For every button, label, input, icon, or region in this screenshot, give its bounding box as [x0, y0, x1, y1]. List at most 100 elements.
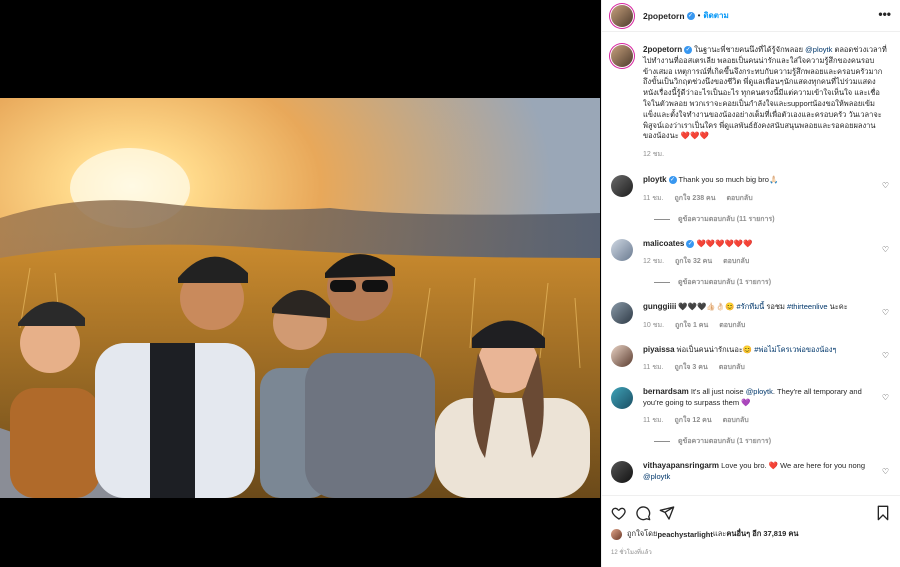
caption-username[interactable]: 2popetorn — [643, 45, 682, 54]
view-replies-label: ดูข้อความตอบกลับ (1 รายการ) — [678, 279, 772, 287]
commenter-username[interactable]: gunggiiii — [643, 302, 676, 311]
comment-item: ploytk ✓ Thank you so much big bro🙏🏻 11 ช… — [611, 175, 891, 204]
commenter-avatar[interactable] — [611, 302, 633, 325]
timestamp[interactable]: 12 ชม. — [643, 258, 664, 265]
timestamp[interactable]: 11 ชม. — [643, 195, 664, 202]
view-replies-button[interactable]: ดูข้อความตอบกลับ (11 รายการ) — [654, 214, 891, 225]
commenter-avatar[interactable] — [611, 238, 633, 261]
follow-button[interactable]: ติดตาม — [703, 9, 728, 22]
like-comment-icon[interactable]: ♡ — [882, 308, 889, 317]
commenter-avatar[interactable] — [611, 344, 633, 367]
comment-text: พ่อเป็นคนน่ารักเนอะ😊 — [676, 344, 755, 354]
comment-likes[interactable]: ถูกใจ 238 คน — [674, 195, 715, 202]
verified-badge-icon: ✓ — [668, 176, 677, 185]
caption-body: ตลอดช่วงเวลาที่ไปทำงานที่ออสเตรเลีย พลอย… — [643, 45, 887, 141]
purple-heart-emoji: 💜 — [741, 397, 751, 407]
liker-avatar[interactable] — [611, 528, 622, 540]
caption-meta: 12 ชม. — [643, 149, 887, 160]
post-caption: 2popetorn ✓ ในฐานะพี่ชายคนนึงที่ได้รู้จัก… — [611, 45, 891, 160]
verified-badge-icon: ✓ — [686, 239, 695, 248]
commenter-avatar[interactable] — [611, 461, 633, 484]
comment-likes[interactable]: ถูกใจ 12 คน — [674, 417, 711, 424]
divider — [654, 218, 670, 220]
commenter-username[interactable]: piyaissa — [643, 345, 675, 354]
commenter-username[interactable]: ploytk — [643, 175, 667, 184]
commenter-avatar[interactable] — [611, 175, 633, 198]
like-comment-icon[interactable]: ♡ — [882, 351, 889, 360]
red-heart-emoji: ❤️ — [768, 461, 778, 471]
verified-badge-icon: ✓ — [686, 11, 695, 20]
comment-text: We are here for you nong — [778, 461, 865, 471]
hashtag-link[interactable]: #พ่อไม่โครเวพ่อของน้องๆ — [754, 345, 836, 354]
divider — [654, 282, 670, 284]
comment-likes[interactable]: ถูกใจ 1 คน — [675, 322, 708, 329]
posted-time[interactable]: 12 ชั่วโมงที่แล้ว — [611, 547, 891, 557]
liked-by-user[interactable]: peachystarlight — [657, 530, 712, 539]
comment-text: Love you bro. — [721, 461, 769, 471]
timestamp[interactable]: 12 ชม. — [643, 151, 664, 158]
like-heart-icon[interactable] — [611, 505, 627, 521]
more-options-icon[interactable]: ••• — [878, 8, 891, 20]
author-avatar[interactable] — [611, 45, 633, 67]
verified-badge-icon: ✓ — [684, 46, 693, 55]
action-bar — [611, 496, 891, 530]
save-bookmark-icon[interactable] — [875, 505, 891, 521]
caption-body-start: ในฐานะพี่ชายคนนึงที่ได้รู้จักพลอย — [694, 45, 806, 54]
commenter-avatar[interactable] — [611, 387, 633, 410]
like-comment-icon[interactable]: ♡ — [882, 393, 889, 402]
timestamp[interactable]: 11 ชม. — [643, 417, 664, 424]
liked-by-and: และ — [712, 529, 727, 538]
comment-likes[interactable]: ถูกใจ 32 คน — [675, 258, 712, 265]
author-username[interactable]: 2popetorn — [643, 11, 685, 21]
comment-meta: 11 ชม. ถูกใจ 238 คน ตอบกลับ — [643, 193, 877, 204]
view-replies-label: ดูข้อความตอบกลับ (11 รายการ) — [678, 215, 775, 223]
comment-item: vithayapansringarm Love you bro. ❤️ We a… — [611, 461, 891, 484]
post-header: 2popetorn ✓ • ติดตาม ••• — [602, 0, 900, 32]
comment-meta: 12 ชม. ถูกใจ 32 คน ตอบกลับ — [643, 256, 877, 267]
comment-likes[interactable]: ถูกใจ 3 คน — [674, 364, 707, 371]
comment-item: piyaissa พ่อเป็นคนน่ารักเนอะ😊 #พ่อไม่โคร… — [611, 344, 891, 374]
reply-button[interactable]: ตอบกลับ — [719, 322, 745, 329]
comment-item: bernardsam It's all just noise @ploytk. … — [611, 387, 891, 426]
like-comment-icon[interactable]: ♡ — [882, 181, 889, 190]
reply-button[interactable]: ตอบกลับ — [726, 195, 752, 202]
comment-text: 🖤🖤🖤👍🏻👌🏻😊 — [678, 302, 737, 312]
like-comment-icon[interactable]: ♡ — [882, 245, 889, 254]
comments-list[interactable]: 2popetorn ✓ ในฐานะพี่ชายคนนึงที่ได้รู้จัก… — [602, 33, 900, 495]
hashtag-link[interactable]: #รักทีมนี้ — [737, 302, 765, 311]
view-replies-button[interactable]: ดูข้อความตอบกลับ (1 รายการ) — [654, 436, 891, 447]
reply-button[interactable]: ตอบกลับ — [723, 417, 749, 424]
comment-text: นะคะ — [827, 302, 848, 312]
timestamp[interactable]: 10 ชม. — [643, 322, 664, 329]
author-avatar[interactable] — [611, 4, 633, 27]
mention-link[interactable]: @ploytk — [805, 45, 832, 54]
reply-button[interactable]: ตอบกลับ — [723, 258, 749, 265]
post-photo-area — [0, 0, 600, 567]
heart-emojis: ❤️❤️❤️ — [680, 131, 709, 141]
commenter-username[interactable]: malicoates — [643, 239, 684, 248]
comment-meta: 11 ชม. ถูกใจ 12 คน ตอบกลับ — [643, 415, 877, 426]
reply-button[interactable]: ตอบกลับ — [719, 364, 745, 371]
commenter-username[interactable]: bernardsam — [643, 387, 689, 396]
separator-dot: • — [697, 11, 701, 20]
timestamp[interactable]: 11 ชม. — [643, 364, 664, 371]
hashtag-link[interactable]: #thirteenlive — [787, 302, 827, 311]
comment-text: รอชม — [764, 302, 788, 312]
commenter-username[interactable]: vithayapansringarm — [643, 461, 719, 470]
view-replies-label: ดูข้อความตอบกลับ (1 รายการ) — [678, 438, 772, 446]
liked-by-others-count[interactable]: คนอื่นๆ อีก 37,819 คน — [726, 528, 798, 540]
post-photo[interactable] — [0, 98, 600, 498]
comment-text: Thank you so much big bro🙏🏻 — [678, 175, 779, 185]
comment-item: gunggiiii 🖤🖤🖤👍🏻👌🏻😊 #รักทีมนี้ รอชม #thir… — [611, 302, 891, 331]
mention-link[interactable]: @ploytk — [643, 472, 670, 481]
view-replies-button[interactable]: ดูข้อความตอบกลับ (1 รายการ) — [654, 277, 891, 288]
post-actions-section: ถูกใจโดย peachystarlight และ คนอื่นๆ อีก… — [602, 495, 900, 567]
comment-item: malicoates ✓ ❤️❤️❤️❤️❤️❤️ 12 ชม. ถูกใจ 32… — [611, 238, 891, 268]
caption-text: 2popetorn ✓ ในฐานะพี่ชายคนนึงที่ได้รู้จัก… — [643, 45, 887, 142]
like-comment-icon[interactable]: ♡ — [882, 467, 889, 476]
mention-link[interactable]: @ploytk — [746, 387, 773, 396]
comment-meta: 11 ชม. ถูกใจ 3 คน ตอบกลับ — [643, 362, 877, 373]
share-paper-plane-icon[interactable] — [659, 505, 675, 521]
comment-text: It's all just noise — [690, 387, 746, 397]
comment-bubble-icon[interactable] — [635, 505, 651, 521]
